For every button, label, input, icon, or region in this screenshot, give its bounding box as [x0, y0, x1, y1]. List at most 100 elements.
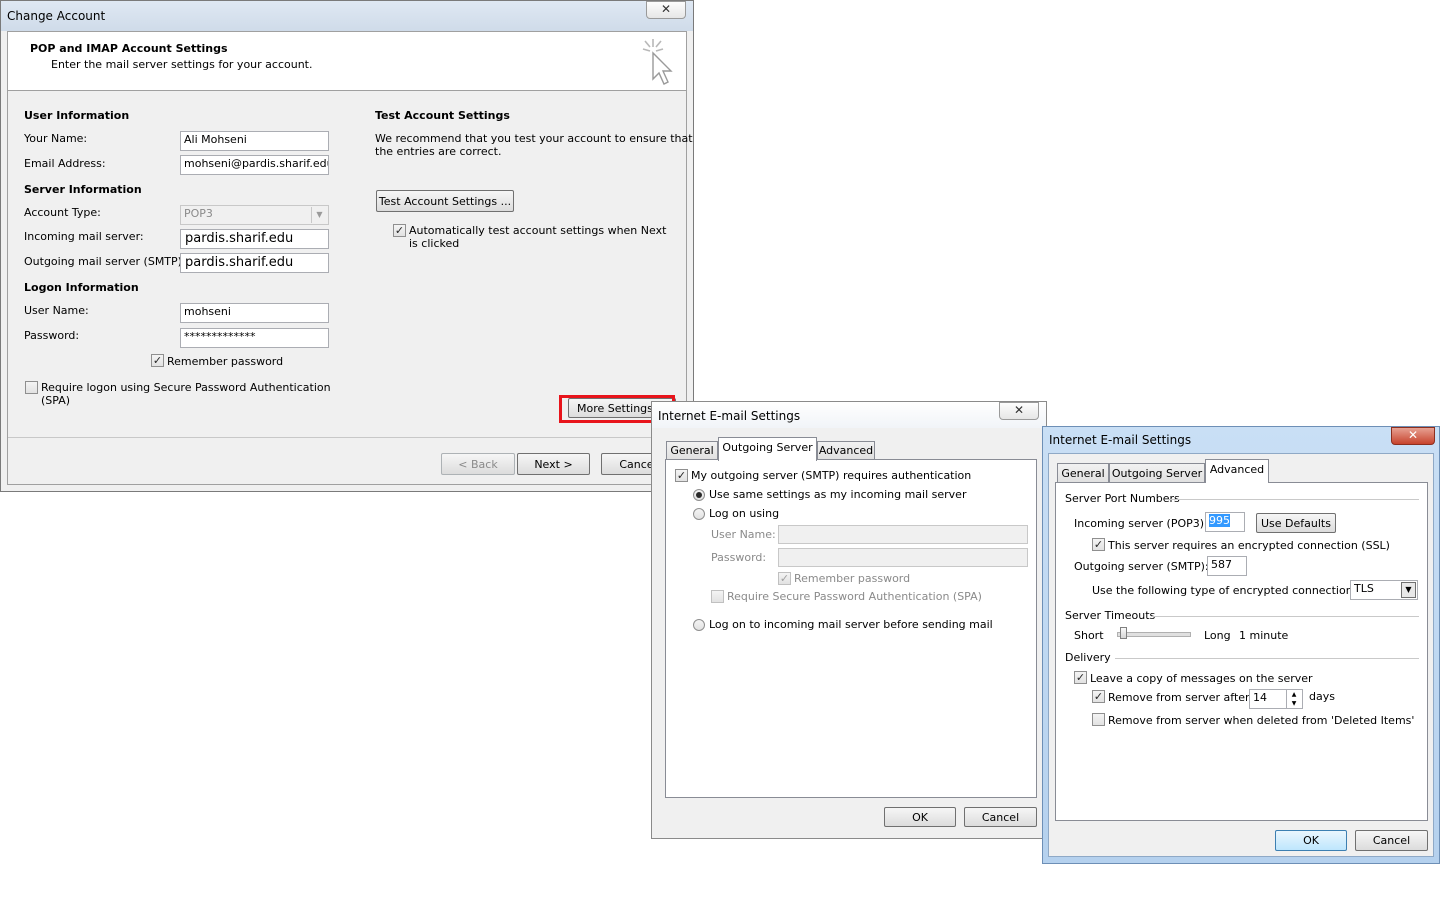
close-icon: ✕ [1407, 428, 1419, 442]
short-label: Short [1074, 629, 1104, 642]
close-button[interactable]: ✕ [646, 1, 686, 19]
remember-password-label: Remember password [167, 355, 284, 368]
username-input [778, 525, 1028, 544]
days-label: days [1309, 690, 1335, 703]
logon-info-heading: Logon Information [24, 281, 139, 294]
remove-after-label: Remove from server after [1108, 691, 1250, 704]
leave-copy-checkbox[interactable]: ✓ [1074, 671, 1087, 684]
leave-copy-label: Leave a copy of messages on the server [1090, 672, 1313, 685]
incoming-port-input[interactable]: 995 [1205, 512, 1245, 532]
incoming-server-label: Incoming mail server: [24, 230, 144, 243]
close-icon: ✕ [1013, 403, 1025, 417]
tab-advanced[interactable]: Advanced [1205, 459, 1269, 483]
smtp-auth-checkbox[interactable]: ✓ [675, 469, 688, 482]
remove-deleted-checkbox[interactable] [1092, 713, 1105, 726]
test-settings-heading: Test Account Settings [375, 109, 510, 122]
log-on-using-radio[interactable] [693, 508, 705, 520]
password-label: Password: [711, 551, 767, 564]
spa-checkbox[interactable] [25, 381, 38, 394]
remove-after-checkbox[interactable]: ✓ [1092, 690, 1105, 703]
password-label: Password: [24, 329, 80, 342]
encryption-value: TLS [1354, 582, 1374, 595]
tab-outgoing-server[interactable]: Outgoing Server [1109, 463, 1205, 483]
delivery-divider [1115, 658, 1419, 659]
ports-divider [1169, 499, 1419, 500]
stepper-up-icon[interactable]: ▲ [1286, 690, 1301, 699]
spa-label-line1: Require logon using Secure Password Auth… [41, 381, 331, 394]
incoming-server-input[interactable]: pardis.sharif.edu [180, 229, 329, 249]
auto-test-label-line1: Automatically test account settings when… [409, 224, 667, 237]
timeout-value: 1 minute [1239, 629, 1289, 642]
password-input [778, 548, 1028, 567]
cancel-button[interactable]: Cancel [964, 807, 1037, 827]
password-input[interactable]: ************* [180, 328, 329, 348]
account-type-select: POP3 ▼ [180, 205, 329, 225]
email-input[interactable]: mohseni@pardis.sharif.edu [180, 155, 329, 175]
outgoing-port-input[interactable]: 587 [1207, 556, 1247, 576]
delivery-heading: Delivery [1065, 651, 1111, 664]
window-title: Change Account [7, 9, 106, 23]
ports-heading: Server Port Numbers [1065, 492, 1180, 505]
footer-separator [8, 437, 686, 438]
close-icon: ✕ [660, 2, 672, 16]
radio-selected-dot [696, 492, 702, 498]
tab-general[interactable]: General [1057, 463, 1109, 483]
account-type-value: POP3 [184, 207, 213, 220]
auto-test-label-line2: is clicked [409, 237, 460, 250]
outgoing-port-label: Outgoing server (SMTP): [1074, 560, 1209, 573]
remember-password-checkbox: ✓ [778, 572, 791, 585]
spa-label: Require Secure Password Authentication (… [727, 590, 982, 603]
next-button[interactable]: Next > [517, 453, 590, 475]
test-desc-line1: We recommend that you test your account … [375, 132, 693, 145]
use-defaults-button[interactable]: Use Defaults [1256, 513, 1336, 533]
tab-general[interactable]: General [666, 441, 718, 460]
outgoing-settings-dialog: Internet E-mail Settings ✕ General Outgo… [651, 401, 1047, 839]
long-label: Long [1204, 629, 1231, 642]
incoming-port-label: Incoming server (POP3): [1074, 517, 1208, 530]
timeout-slider-track[interactable] [1117, 632, 1191, 637]
log-on-incoming-label: Log on to incoming mail server before se… [709, 618, 993, 631]
tab-outgoing-server[interactable]: Outgoing Server [718, 437, 817, 461]
ssl-checkbox[interactable]: ✓ [1092, 538, 1105, 551]
test-account-settings-button[interactable]: Test Account Settings ... [376, 190, 514, 212]
your-name-input[interactable]: Ali Mohseni [180, 131, 329, 151]
header-subtitle: Enter the mail server settings for your … [51, 58, 313, 71]
ssl-label: This server requires an encrypted connec… [1108, 539, 1390, 552]
auto-test-checkbox[interactable]: ✓ [393, 224, 406, 237]
remove-days-stepper[interactable]: 14 ▲ ▼ [1249, 689, 1303, 709]
spa-label-line2: (SPA) [41, 394, 71, 407]
tab-advanced[interactable]: Advanced [817, 441, 875, 460]
encryption-label: Use the following type of encrypted conn… [1092, 584, 1357, 597]
outgoing-server-input[interactable]: pardis.sharif.edu [180, 253, 329, 273]
server-info-heading: Server Information [24, 183, 142, 196]
username-input[interactable]: mohseni [180, 303, 329, 323]
your-name-label: Your Name: [24, 132, 88, 145]
remove-days-value: 14 [1253, 691, 1267, 704]
dialog-title: Internet E-mail Settings [1049, 433, 1192, 447]
ok-button[interactable]: OK [1275, 830, 1347, 851]
email-label: Email Address: [24, 157, 106, 170]
outgoing-server-label: Outgoing mail server (SMTP): [24, 255, 186, 268]
user-info-heading: User Information [24, 109, 130, 122]
account-type-label: Account Type: [24, 206, 101, 219]
close-button[interactable]: ✕ [1391, 427, 1435, 445]
incoming-port-value: 995 [1209, 514, 1230, 527]
cursor-sparkle-icon [642, 39, 673, 85]
advanced-settings-dialog: Internet E-mail Settings ✕ General Outgo… [1042, 426, 1440, 864]
stepper-down-icon[interactable]: ▼ [1286, 699, 1301, 708]
cancel-button[interactable]: Cancel [1355, 830, 1428, 851]
same-settings-label: Use same settings as my incoming mail se… [709, 488, 967, 501]
ok-button[interactable]: OK [884, 807, 956, 827]
timeouts-heading: Server Timeouts [1065, 609, 1156, 622]
remember-password-checkbox[interactable]: ✓ [151, 354, 164, 367]
timeout-slider-thumb[interactable] [1120, 627, 1128, 639]
back-button[interactable]: < Back [441, 453, 515, 475]
spa-checkbox [711, 590, 724, 603]
dialog-title: Internet E-mail Settings [658, 409, 801, 423]
same-settings-radio[interactable] [693, 489, 705, 501]
chevron-down-icon: ▼ [311, 207, 327, 223]
log-on-using-label: Log on using [709, 507, 780, 520]
encryption-select[interactable]: TLS ▼ [1350, 580, 1418, 600]
log-on-incoming-radio[interactable] [693, 619, 705, 631]
close-button[interactable]: ✕ [999, 402, 1039, 420]
